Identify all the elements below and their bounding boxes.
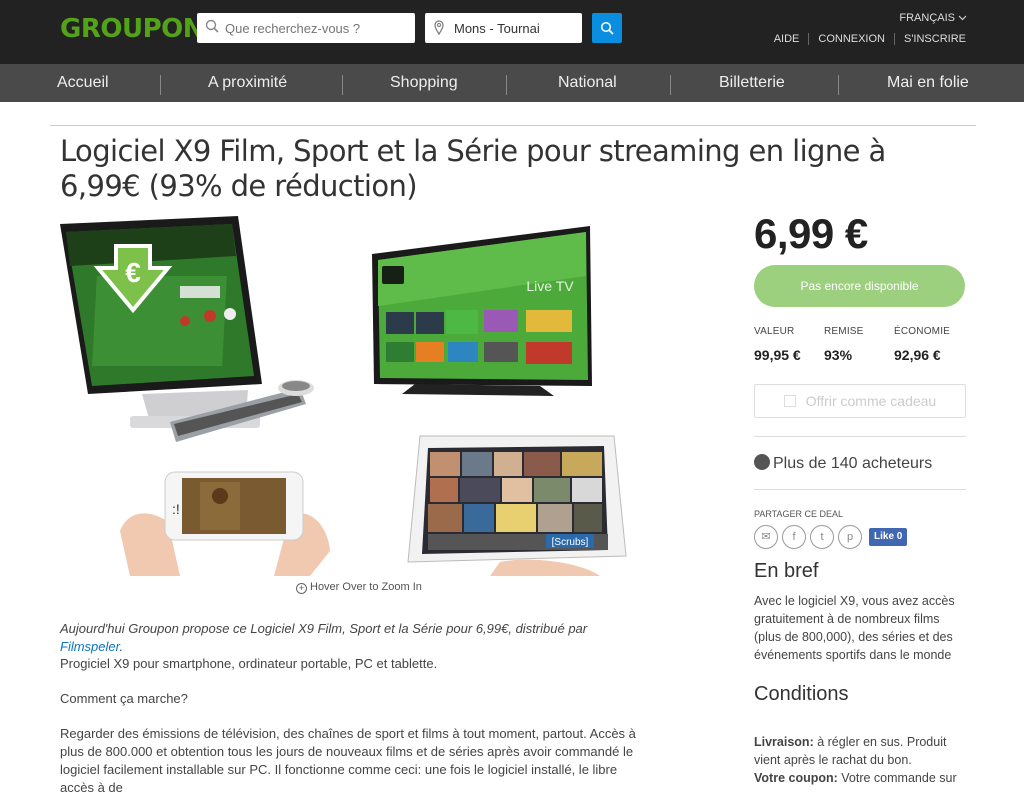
conditions-text: Livraison: à régler en sus. Produit vien… [754, 733, 966, 787]
email-share-icon[interactable]: ✉ [754, 525, 778, 549]
nav-item-mai-en-folie[interactable]: Mai en folie [887, 74, 969, 92]
svg-text:Live TV: Live TV [526, 278, 574, 294]
stat-savings: ÉCONOMIE 92,96 € [894, 326, 950, 363]
nav-item-billetterie[interactable]: Billetterie [719, 74, 785, 92]
stat-number: 92,96 € [894, 347, 941, 363]
location-value: Mons - Tournai [454, 21, 540, 36]
nav-separator [342, 75, 343, 95]
condition-label: Livraison: [754, 735, 814, 749]
smart-tv-illustration: Live TV [372, 226, 592, 396]
buyers-count: Plus de 140 acheteurs [754, 454, 932, 473]
location-pin-icon [434, 20, 444, 35]
stat-label: ÉCONOMIE [894, 326, 951, 337]
tablet-illustration: [Scrubs] [407, 435, 627, 576]
share-buttons: ✉ f t p Like 0 [754, 525, 908, 549]
svg-text:€: € [125, 257, 141, 288]
condition-text: Votre commande sur [837, 771, 957, 785]
signup-link[interactable]: S'INSCRIRE [894, 33, 966, 45]
login-link[interactable]: CONNEXION [808, 33, 894, 45]
svg-text::!: :! [172, 501, 180, 517]
facebook-share-icon[interactable]: f [782, 525, 806, 549]
merchant-link[interactable]: Filmspeler [60, 639, 119, 654]
not-available-button[interactable]: Pas encore disponible [754, 265, 965, 307]
language-label: FRANÇAIS [899, 12, 955, 24]
groupon-logo[interactable]: GROUPON [60, 14, 205, 44]
nav-separator [838, 75, 839, 95]
nav-item-national[interactable]: National [558, 74, 617, 92]
language-selector[interactable]: FRANÇAIS [899, 12, 967, 24]
chevron-down-icon [958, 12, 967, 24]
location-field[interactable]: Mons - Tournai [425, 13, 582, 43]
stat-number: 93% [824, 347, 853, 363]
nav-item-shopping[interactable]: Shopping [390, 74, 458, 92]
divider [50, 125, 976, 126]
help-link[interactable]: AIDE [774, 33, 809, 45]
divider [754, 436, 966, 437]
gift-button[interactable]: Offrir comme cadeau [754, 384, 966, 418]
buyers-icon [754, 454, 770, 470]
buyers-text: Plus de 140 acheteurs [773, 455, 933, 472]
deal-image[interactable]: € Live TV :! [Scrubs] [60, 216, 660, 576]
deal-paragraph: Regarder des émissions de télévision, de… [60, 726, 636, 795]
stat-discount: REMISE 93% [824, 326, 864, 363]
facebook-like-button[interactable]: Like 0 [869, 528, 908, 546]
deal-paragraph: Comment ça marche? [60, 691, 188, 706]
stat-label: REMISE [824, 326, 864, 337]
nav-item-proximite[interactable]: A proximité [208, 74, 287, 92]
nav-separator [670, 75, 671, 95]
stat-label: VALEUR [754, 326, 795, 337]
zoom-hint-text: Hover Over to Zoom In [310, 581, 422, 593]
conditions-title: Conditions [754, 683, 849, 705]
svg-text:[Scrubs]: [Scrubs] [552, 537, 589, 548]
gift-icon [783, 395, 796, 407]
account-links: AIDE CONNEXION S'INSCRIRE [774, 33, 966, 45]
intro-text: Aujourd'hui Groupon propose ce Logiciel … [60, 621, 588, 636]
search-icon [205, 19, 219, 33]
condition-label: Votre coupon: [754, 771, 838, 785]
nav-separator [160, 75, 161, 95]
brief-title: En bref [754, 560, 819, 582]
intro-suffix: . [119, 639, 124, 654]
deal-intro: Aujourd'hui Groupon propose ce Logiciel … [60, 620, 650, 656]
stat-number: 99,95 € [754, 347, 801, 363]
smartphone-illustration: :! [120, 471, 330, 576]
desktop-computer-illustration [60, 216, 314, 442]
zoom-hint: + Hover Over to Zoom In [296, 581, 422, 594]
search-icon [600, 21, 614, 35]
share-label: PARTAGER CE DEAL [754, 509, 844, 519]
stat-value: VALEUR 99,95 € [754, 326, 801, 363]
deal-price: 6,99 € [754, 210, 868, 257]
twitter-share-icon[interactable]: t [810, 525, 834, 549]
divider [754, 489, 966, 490]
search-field[interactable] [197, 13, 415, 43]
category-nav: Accueil A proximité Shopping National Bi… [0, 64, 1024, 102]
search-input[interactable] [225, 13, 411, 43]
search-button[interactable] [592, 13, 622, 43]
top-header: GROUPON Mons - Tournai FRANÇAIS AIDE CON… [0, 0, 1024, 64]
gift-label: Offrir comme cadeau [805, 393, 937, 409]
deal-title: Logiciel X9 Film, Sport et la Série pour… [60, 134, 886, 203]
brief-text: Avec le logiciel X9, vous avez accès gra… [754, 594, 955, 662]
deal-paragraph: Progiciel X9 pour smartphone, ordinateur… [60, 656, 438, 671]
zoom-plus-icon: + [296, 583, 307, 594]
nav-item-accueil[interactable]: Accueil [57, 74, 109, 92]
nav-separator [506, 75, 507, 95]
pinterest-share-icon[interactable]: p [838, 525, 862, 549]
